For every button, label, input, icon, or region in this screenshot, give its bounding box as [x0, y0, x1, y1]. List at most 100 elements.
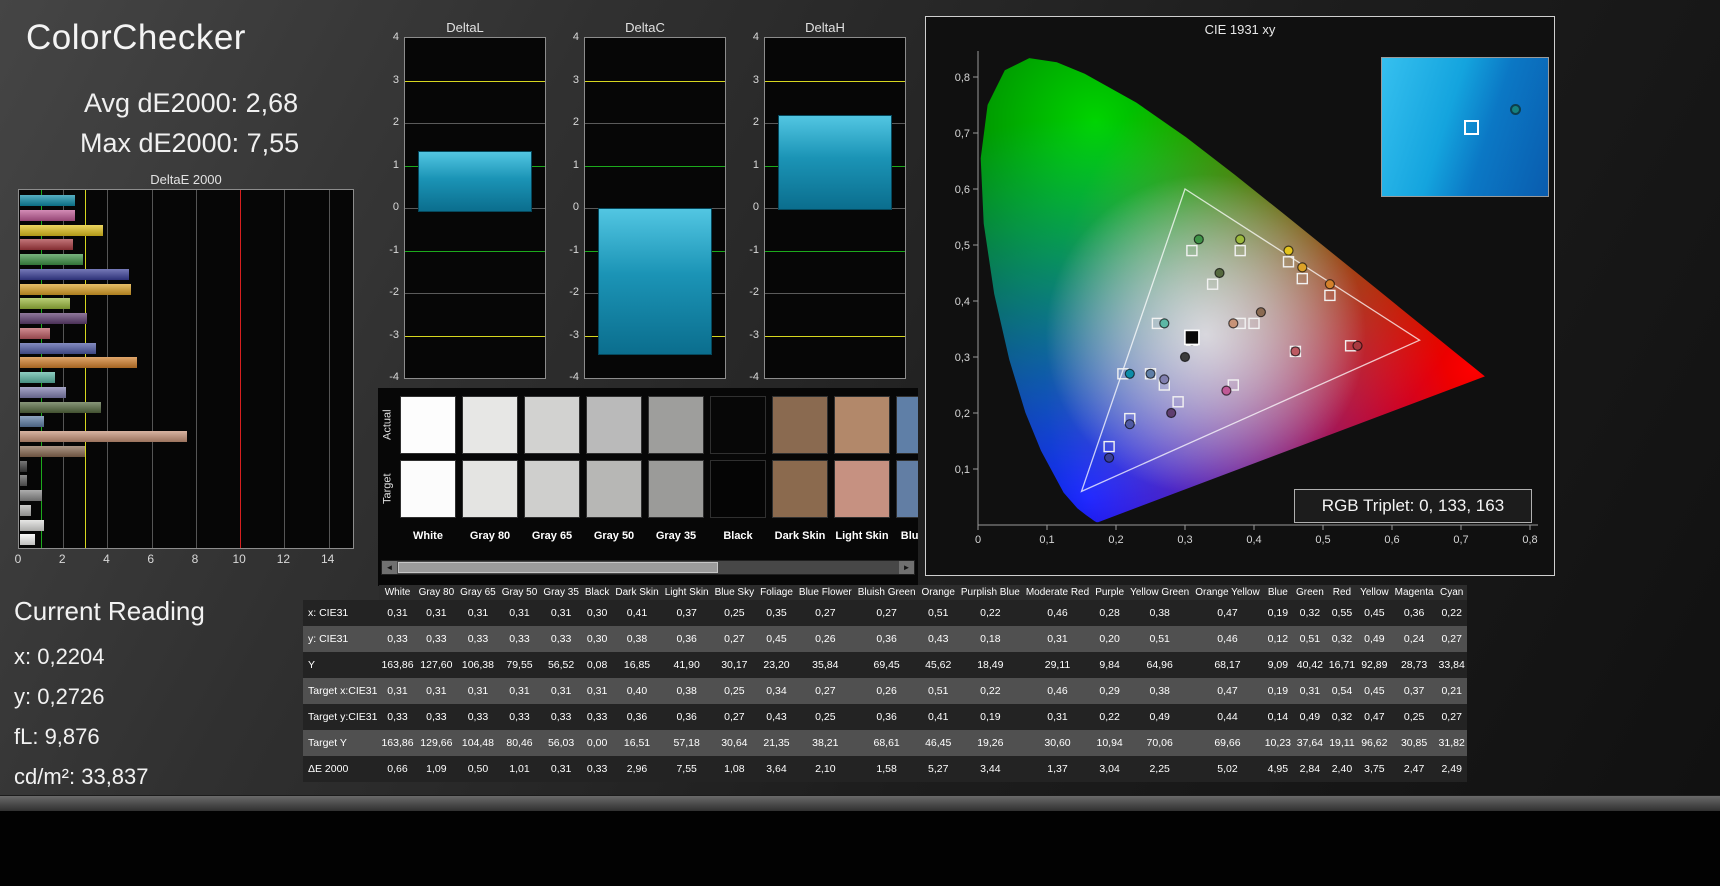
- table-cell: 0,38: [1127, 678, 1193, 704]
- table-cell: 0,22: [1436, 600, 1467, 626]
- x-tick-label: 8: [191, 552, 199, 566]
- table-row-δe-2000: ΔE 2000 0,66 1,09 0,50 1,01 0,31 0,33 2,96 7,55 1…: [303, 756, 1467, 782]
- table-cell: 0,41: [918, 704, 958, 730]
- deltae-bar-blue: [20, 268, 130, 280]
- table-cell: 2,49: [1436, 756, 1467, 782]
- yellow-ref-line: [405, 80, 545, 82]
- deltae-bar-yellow-green: [20, 298, 70, 310]
- deltae-x-axis: 0 2 4 6 8 10 12 14: [15, 552, 354, 567]
- table-cell: 0,25: [1391, 704, 1437, 730]
- deltae-bar-black: [20, 460, 28, 472]
- table-cell: 40,42: [1293, 652, 1327, 678]
- table-cell: 0,31: [379, 678, 416, 704]
- table-cell: 0,40: [612, 678, 662, 704]
- gridline: [151, 190, 153, 548]
- scrollbar-thumb[interactable]: [398, 562, 718, 573]
- table-cell: 0,27: [1436, 704, 1467, 730]
- patch-actual-light-skin: [834, 396, 890, 454]
- table-cell: 0,49: [1357, 626, 1392, 652]
- svg-text:0,4: 0,4: [1246, 534, 1261, 546]
- x-tick-label: 2: [58, 552, 66, 566]
- y-tick-label: 2: [392, 116, 399, 128]
- svg-text:0,3: 0,3: [955, 352, 970, 364]
- deltae-bar-red: [20, 239, 74, 251]
- measured-point-yellow: [1283, 245, 1294, 256]
- row-label: Target Y: [303, 730, 380, 756]
- patch-target-gray-80: [462, 460, 518, 518]
- col-header-red: Red: [1326, 585, 1358, 600]
- deltae-plot-area: [18, 189, 354, 549]
- col-header-dark-skin: Dark Skin: [612, 585, 662, 600]
- table-cell: 0,22: [1092, 704, 1128, 730]
- table-row-target-y: Target Y 163,86 129,66 104,48 80,46 56,03 0,00…: [303, 730, 1467, 756]
- deltae-bar-gray-50: [20, 490, 43, 501]
- gridline: [405, 123, 545, 124]
- table-cell: 0,33: [415, 626, 458, 652]
- measured-point-foliage: [1214, 267, 1225, 279]
- col-header-foliage: Foliage: [757, 585, 796, 600]
- y-tick-label: -1: [569, 243, 579, 256]
- table-cell: 5,02: [1192, 756, 1263, 782]
- yellow-ref-line: [765, 80, 905, 82]
- table-cell: 0,55: [1326, 600, 1358, 626]
- delta-lch-charts: DeltaL 4 3 2 1 0 -1 -2 -3 -4 DeltaC 4 3 2 1 0 -1 -2 -3 -4 De…: [380, 20, 925, 388]
- deltah-y-axis: 4 3 2 1 0 -1 -2 -3 -4: [740, 31, 761, 383]
- svg-text:0,6: 0,6: [955, 184, 970, 196]
- svg-text:0,5: 0,5: [1315, 534, 1330, 546]
- red-ref-line: [240, 190, 242, 548]
- table-cell: 5,27: [918, 756, 958, 782]
- col-header-green: Green: [1293, 585, 1327, 600]
- table-cell: 0,54: [1326, 678, 1358, 704]
- table-cell: 0,32: [1293, 600, 1327, 626]
- table-cell: 7,55: [661, 756, 712, 782]
- yellow-ref-line: [585, 80, 725, 82]
- table-cell: 1,08: [711, 756, 758, 782]
- bottom-scroll-strip[interactable]: [0, 795, 1720, 811]
- table-cell: 69,45: [854, 652, 919, 678]
- col-header-orange-yellow: Orange Yellow: [1192, 585, 1263, 600]
- patch-target-white: [400, 460, 456, 518]
- table-cell: 163,86: [379, 652, 416, 678]
- col-header-gray-80: Gray 80: [415, 585, 458, 600]
- table-cell: 0,46: [1192, 626, 1263, 652]
- measurement-table: White Gray 80 Gray 65 Gray 50 Gray 35 Black Da…: [303, 585, 1467, 782]
- table-cell: 0,37: [1391, 678, 1437, 704]
- y-tick-label: 2: [752, 116, 759, 128]
- table-cell: 0,31: [1022, 626, 1093, 652]
- table-cell: 10,94: [1092, 730, 1128, 756]
- patch-scrollbar[interactable]: ◄ ►: [381, 560, 915, 575]
- scroll-left-button[interactable]: ◄: [382, 561, 397, 574]
- table-cell: 0,27: [854, 600, 919, 626]
- deltae-bar-green: [20, 254, 83, 265]
- row-label: Target x:CIE31: [303, 678, 380, 704]
- table-cell: 1,01: [498, 756, 541, 782]
- measured-point-dark-skin: [1255, 307, 1266, 318]
- y-tick-label: 3: [572, 73, 579, 86]
- col-header-gray-50: Gray 50: [498, 585, 541, 600]
- measured-point-blue-flower: [1159, 374, 1170, 385]
- table-cell: 41,90: [661, 652, 712, 678]
- page-title: ColorChecker: [26, 18, 246, 57]
- table-cell: 0,34: [757, 678, 796, 704]
- table-cell: 0,38: [612, 626, 662, 652]
- x-tick-label: 12: [276, 552, 291, 566]
- cie-inset-zoom: [1381, 57, 1549, 197]
- table-cell: 0,25: [711, 678, 758, 704]
- patch-label: Gray 50: [593, 530, 635, 542]
- table-cell: 0,31: [1293, 678, 1327, 704]
- table-cell: 30,64: [711, 730, 758, 756]
- y-tick-label: 3: [752, 73, 759, 86]
- scroll-right-button[interactable]: ►: [899, 561, 914, 574]
- deltae-bar-foliage: [20, 401, 101, 413]
- measured-point-blue-sky: [1145, 368, 1156, 379]
- reading-cdm2: cd/m²: 33,837: [14, 764, 149, 789]
- table-cell: 23,20: [757, 652, 796, 678]
- table-cell: 79,55: [498, 652, 541, 678]
- table-cell: 2,84: [1293, 756, 1327, 782]
- y-tick-label: 4: [752, 31, 759, 43]
- patch-label: Gray 80: [469, 530, 511, 542]
- table-cell: 0,31: [498, 678, 541, 704]
- yellow-ref-line: [765, 335, 905, 337]
- patch-actual-black: [710, 396, 766, 454]
- table-cell: 0,45: [1357, 678, 1392, 704]
